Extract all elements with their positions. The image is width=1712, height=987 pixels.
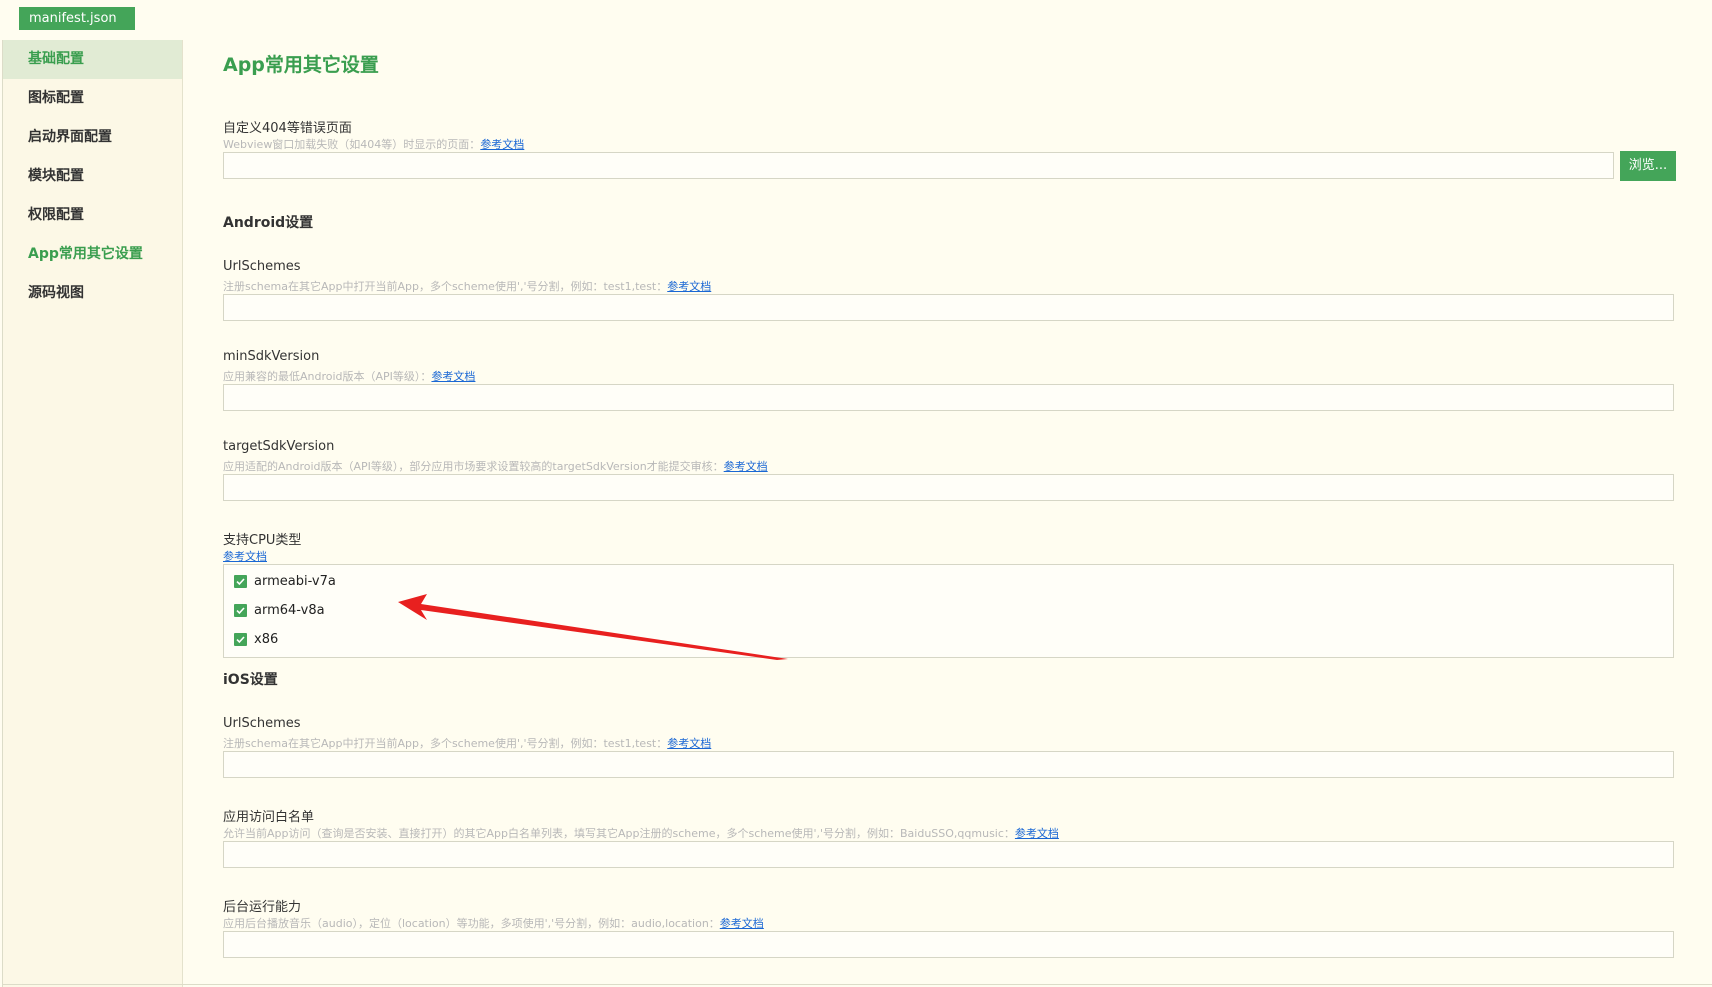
sidebar-item-splash-config[interactable]: 启动界面配置 <box>3 118 182 157</box>
ios-section-title: iOS设置 <box>223 672 278 688</box>
whitelist-input[interactable] <box>223 841 1674 868</box>
error-page-label: 自定义404等错误页面 <box>223 121 352 136</box>
background-mode-desc: 应用后台播放音乐（audio），定位（location）等功能，多项使用','号… <box>223 915 764 931</box>
min-sdk-desc: 应用兼容的最低Android版本（API等级）：参考文档 <box>223 368 475 384</box>
min-sdk-doc-link[interactable]: 参考文档 <box>431 370 475 383</box>
sidebar-item-icon-config[interactable]: 图标配置 <box>3 79 182 118</box>
sidebar-item-basic-config[interactable]: 基础配置 <box>3 40 182 79</box>
ios-urlschemes-doc-link[interactable]: 参考文档 <box>667 737 711 750</box>
cpu-type-doc-link[interactable]: 参考文档 <box>223 550 267 563</box>
ios-urlschemes-input[interactable] <box>223 751 1674 778</box>
android-urlschemes-desc-text: 注册schema在其它App中打开当前App，多个scheme使用','号分割，… <box>223 280 668 293</box>
ios-urlschemes-label: UrlSchemes <box>223 716 301 731</box>
browse-button[interactable]: 浏览... <box>1620 151 1676 181</box>
whitelist-doc-link[interactable]: 参考文档 <box>1015 827 1059 840</box>
android-section-title: Android设置 <box>223 215 314 231</box>
cpu-option-label: armeabi-v7a <box>254 573 336 589</box>
ios-urlschemes-desc: 注册schema在其它App中打开当前App，多个scheme使用','号分割，… <box>223 735 711 751</box>
cpu-option-armeabi-v7a[interactable]: armeabi-v7a <box>234 572 336 590</box>
checkbox-checked-icon[interactable] <box>234 632 247 646</box>
android-urlschemes-doc-link[interactable]: 参考文档 <box>667 280 711 293</box>
background-mode-desc-text: 应用后台播放音乐（audio），定位（location）等功能，多项使用','号… <box>223 917 720 930</box>
target-sdk-desc-text: 应用适配的Android版本（API等级），部分应用市场要求设置较高的targe… <box>223 460 724 473</box>
sidebar-item-app-other-settings[interactable]: App常用其它设置 <box>3 235 182 274</box>
checkbox-checked-icon[interactable] <box>234 574 247 588</box>
whitelist-desc: 允许当前App访问（查询是否安装、直接打开）的其它App白名单列表，填写其它Ap… <box>223 825 1059 841</box>
error-page-desc-text: Webview窗口加载失败（如404等）时显示的页面： <box>223 138 481 151</box>
target-sdk-doc-link[interactable]: 参考文档 <box>724 460 768 473</box>
ios-urlschemes-desc-text: 注册schema在其它App中打开当前App，多个scheme使用','号分割，… <box>223 737 668 750</box>
android-urlschemes-label: UrlSchemes <box>223 259 301 274</box>
checkbox-checked-icon[interactable] <box>234 603 247 617</box>
background-mode-label: 后台运行能力 <box>223 900 302 915</box>
background-mode-doc-link[interactable]: 参考文档 <box>720 917 764 930</box>
android-urlschemes-input[interactable] <box>223 294 1674 321</box>
whitelist-desc-text: 允许当前App访问（查询是否安装、直接打开）的其它App白名单列表，填写其它Ap… <box>223 827 1015 840</box>
settings-panel: App常用其它设置 自定义404等错误页面 Webview窗口加载失败（如404… <box>223 0 1712 987</box>
min-sdk-input[interactable] <box>223 384 1674 411</box>
cpu-type-label: 支持CPU类型 <box>223 533 302 548</box>
cpu-option-x86[interactable]: x86 <box>234 630 278 648</box>
cpu-type-desc: 参考文档 <box>223 548 267 564</box>
sidebar-item-source-view[interactable]: 源码视图 <box>3 274 182 313</box>
manifest-file-tab[interactable]: manifest.json <box>19 7 135 30</box>
sidebar-nav: 基础配置 图标配置 启动界面配置 模块配置 权限配置 App常用其它设置 源码视… <box>3 40 183 987</box>
background-mode-input[interactable] <box>223 931 1674 958</box>
page-title: App常用其它设置 <box>223 54 379 76</box>
cpu-option-label: x86 <box>254 631 279 647</box>
target-sdk-label: targetSdkVersion <box>223 439 335 454</box>
cpu-option-label: arm64-v8a <box>254 602 325 618</box>
android-urlschemes-desc: 注册schema在其它App中打开当前App，多个scheme使用','号分割，… <box>223 278 711 294</box>
min-sdk-desc-text: 应用兼容的最低Android版本（API等级）： <box>223 370 432 383</box>
error-page-doc-link[interactable]: 参考文档 <box>480 138 524 151</box>
error-page-input[interactable] <box>223 152 1614 179</box>
min-sdk-label: minSdkVersion <box>223 349 320 364</box>
cpu-type-list: armeabi-v7a arm64-v8a x86 <box>223 564 1674 658</box>
cpu-option-arm64-v8a[interactable]: arm64-v8a <box>234 601 325 619</box>
error-page-desc: Webview窗口加载失败（如404等）时显示的页面：参考文档 <box>223 136 524 152</box>
manifest-editor: manifest.json 基础配置 图标配置 启动界面配置 模块配置 权限配置… <box>0 0 1712 987</box>
target-sdk-input[interactable] <box>223 474 1674 501</box>
target-sdk-desc: 应用适配的Android版本（API等级），部分应用市场要求设置较高的targe… <box>223 458 768 474</box>
whitelist-label: 应用访问白名单 <box>223 810 315 825</box>
sidebar-item-module-config[interactable]: 模块配置 <box>3 157 182 196</box>
sidebar-item-permission-config[interactable]: 权限配置 <box>3 196 182 235</box>
